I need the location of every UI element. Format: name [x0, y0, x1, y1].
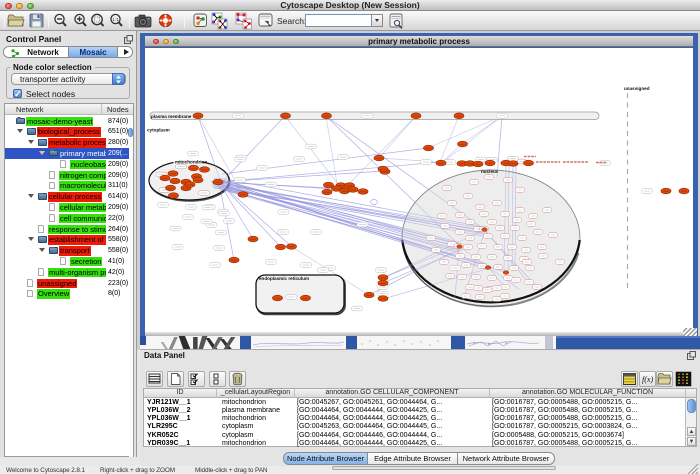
svg-text:unassigned: unassigned — [624, 86, 650, 91]
svg-text:1:1: 1:1 — [112, 17, 119, 22]
svg-text:mitochondrion: mitochondrion — [175, 159, 207, 164]
svg-text:endoplasmic reticulum: endoplasmic reticulum — [259, 276, 309, 281]
svg-text:plasma membrane: plasma membrane — [151, 114, 192, 119]
svg-text:nucleus: nucleus — [481, 169, 499, 174]
svg-text:cytoplasm: cytoplasm — [147, 128, 170, 133]
svg-text:f(x): f(x) — [642, 375, 653, 384]
